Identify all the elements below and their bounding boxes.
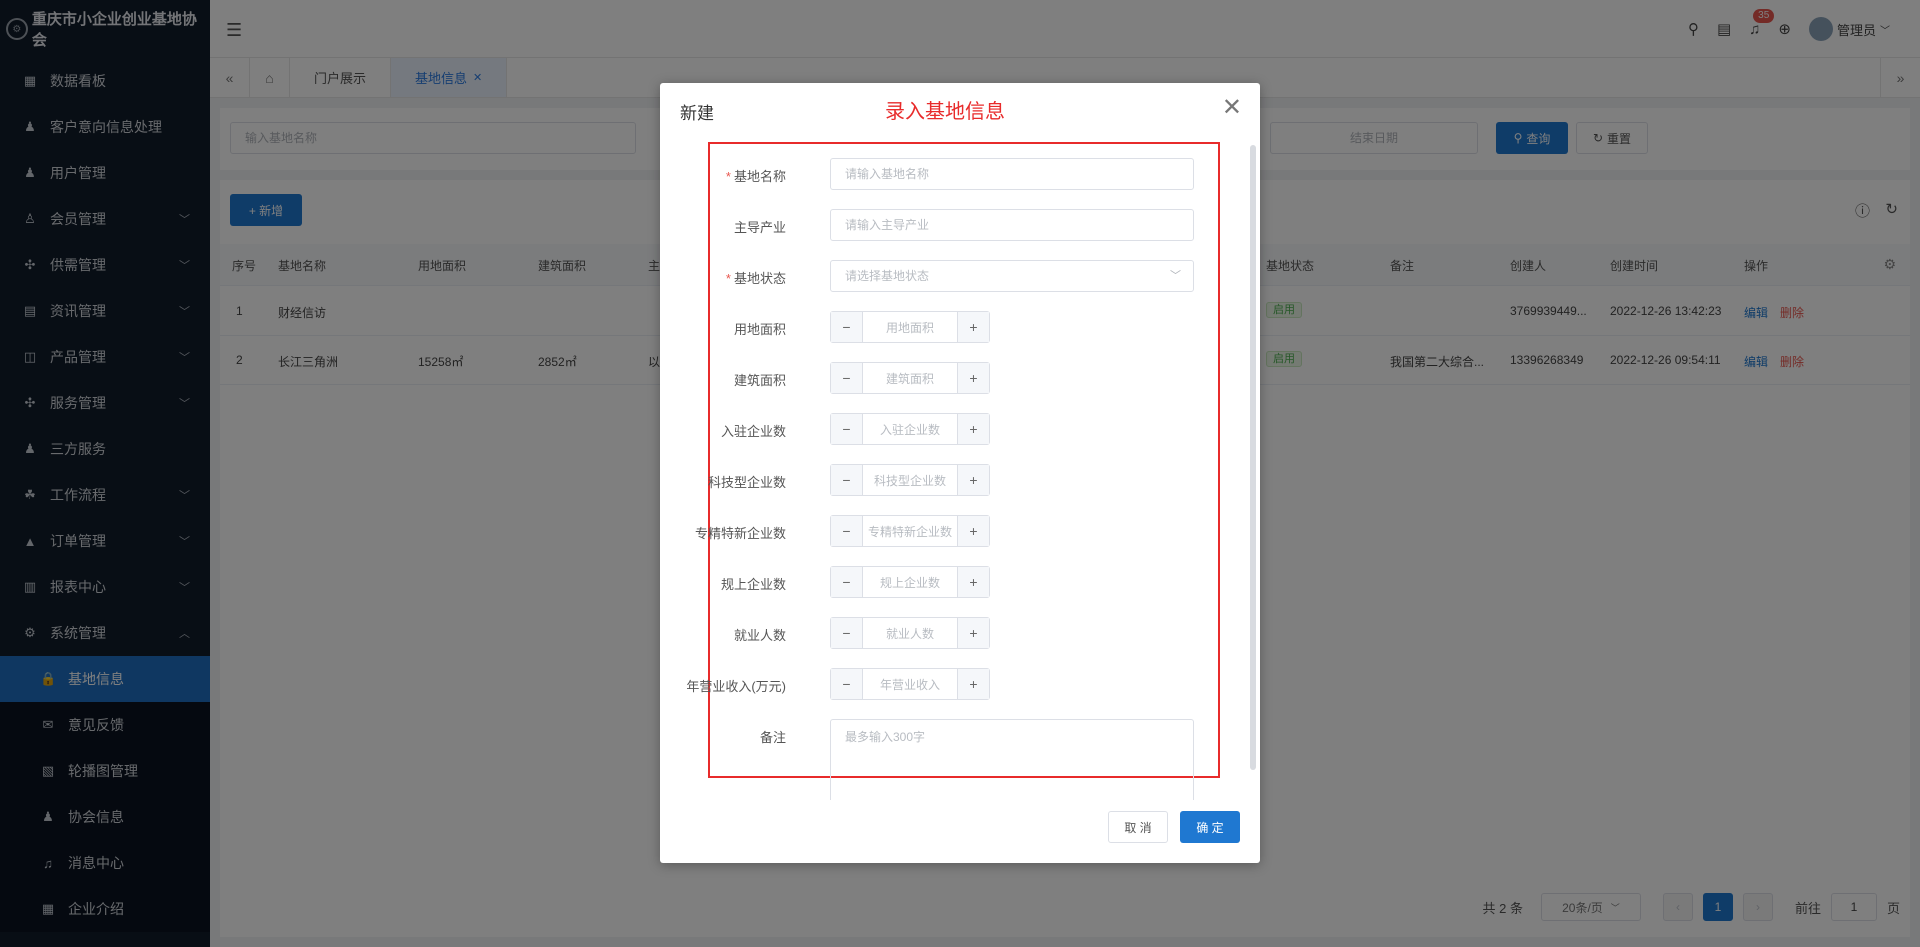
form-row: 入驻企业数 − 入驻企业数 + xyxy=(660,413,1220,445)
form-row: 年营业收入(万元) − 年营业收入 + xyxy=(660,668,1220,700)
field-label-text: 规上企业数 xyxy=(720,577,786,592)
create-base-dialog: 新建 录入基地信息 ✕ * 基地名称 请输入基地名称 主导产业 请输入主导产业 *… xyxy=(660,83,1260,863)
dialog-footer: 取 消 确 定 xyxy=(1108,811,1240,843)
number-stepper: − 专精特新企业数 + xyxy=(830,515,990,547)
field-label: 科技型企业数 xyxy=(705,472,786,491)
stepper-input[interactable]: 用地面积 xyxy=(863,312,957,342)
field-label-text: 基地状态 xyxy=(733,271,786,286)
field-label: 入驻企业数 xyxy=(718,421,786,440)
form-row: 就业人数 − 就业人数 + xyxy=(660,617,1220,649)
remark-textarea[interactable]: 最多输入300字 xyxy=(830,719,1194,800)
number-stepper: − 就业人数 + xyxy=(830,617,990,649)
annotation-note: 录入基地信息 xyxy=(885,101,1005,123)
number-stepper: − 规上企业数 + xyxy=(830,566,990,598)
plus-button[interactable]: + xyxy=(957,618,989,648)
field-label: 主导产业 xyxy=(731,217,786,236)
text-input[interactable]: 请输入主导产业 xyxy=(830,209,1194,241)
plus-button[interactable]: + xyxy=(957,312,989,342)
minus-button[interactable]: − xyxy=(831,312,863,342)
field-label: * 基地状态 xyxy=(726,268,786,287)
field-label-text: 主导产业 xyxy=(733,220,786,235)
stepper-input[interactable]: 规上企业数 xyxy=(863,567,957,597)
required-mark: * xyxy=(725,271,731,286)
field-label: 年营业收入(万元) xyxy=(683,676,786,695)
dialog-title: 新建 xyxy=(680,104,714,123)
field-label: 专精特新企业数 xyxy=(692,523,786,542)
field-label: * 基地名称 xyxy=(726,166,786,185)
form-row: * 基地名称 请输入基地名称 xyxy=(660,158,1220,190)
minus-button[interactable]: − xyxy=(831,363,863,393)
dialog-form: * 基地名称 请输入基地名称 主导产业 请输入主导产业 * 基地状态 请选择基地状态… xyxy=(660,140,1260,800)
plus-button[interactable]: + xyxy=(957,516,989,546)
minus-button[interactable]: − xyxy=(831,567,863,597)
field-label: 规上企业数 xyxy=(718,574,786,593)
stepper-input[interactable]: 就业人数 xyxy=(863,618,957,648)
minus-button[interactable]: − xyxy=(831,414,863,444)
field-label: 建筑面积 xyxy=(731,370,786,389)
number-stepper: − 建筑面积 + xyxy=(830,362,990,394)
number-stepper: − 科技型企业数 + xyxy=(830,464,990,496)
form-row: 备注 最多输入300字 xyxy=(660,719,1220,800)
select-placeholder: 请选择基地状态 xyxy=(845,269,930,283)
number-stepper: − 用地面积 + xyxy=(830,311,990,343)
field-label-text: 备注 xyxy=(759,730,786,745)
plus-button[interactable]: + xyxy=(957,567,989,597)
text-input[interactable]: 请输入基地名称 xyxy=(830,158,1194,190)
form-row: 科技型企业数 − 科技型企业数 + xyxy=(660,464,1220,496)
field-label: 用地面积 xyxy=(731,319,786,338)
required-mark: * xyxy=(725,169,731,184)
field-label-text: 入驻企业数 xyxy=(720,424,786,439)
confirm-button[interactable]: 确 定 xyxy=(1180,811,1240,843)
minus-button[interactable]: − xyxy=(831,465,863,495)
number-stepper: − 入驻企业数 + xyxy=(830,413,990,445)
form-row: 专精特新企业数 − 专精特新企业数 + xyxy=(660,515,1220,547)
minus-button[interactable]: − xyxy=(831,516,863,546)
cancel-button[interactable]: 取 消 xyxy=(1108,811,1168,843)
plus-button[interactable]: + xyxy=(957,669,989,699)
status-select[interactable]: 请选择基地状态 ﹀ xyxy=(830,260,1194,292)
chevron-down-icon: ﹀ xyxy=(1170,270,1181,282)
field-label-text: 就业人数 xyxy=(733,628,786,643)
stepper-input[interactable]: 年营业收入 xyxy=(863,669,957,699)
form-row: * 基地状态 请选择基地状态 ﹀ xyxy=(660,260,1220,292)
form-row: 规上企业数 − 规上企业数 + xyxy=(660,566,1220,598)
form-row: 用地面积 − 用地面积 + xyxy=(660,311,1220,343)
stepper-input[interactable]: 专精特新企业数 xyxy=(863,516,957,546)
field-label-text: 用地面积 xyxy=(733,322,786,337)
minus-button[interactable]: − xyxy=(831,669,863,699)
plus-button[interactable]: + xyxy=(957,465,989,495)
field-label-text: 基地名称 xyxy=(733,169,786,184)
number-stepper: − 年营业收入 + xyxy=(830,668,990,700)
plus-button[interactable]: + xyxy=(957,414,989,444)
form-row: 主导产业 请输入主导产业 xyxy=(660,209,1220,241)
form-row: 建筑面积 − 建筑面积 + xyxy=(660,362,1220,394)
minus-button[interactable]: − xyxy=(831,618,863,648)
plus-button[interactable]: + xyxy=(957,363,989,393)
field-label-text: 建筑面积 xyxy=(733,373,786,388)
close-icon[interactable]: ✕ xyxy=(1222,93,1242,122)
stepper-input[interactable]: 科技型企业数 xyxy=(863,465,957,495)
stepper-input[interactable]: 入驻企业数 xyxy=(863,414,957,444)
form-scrollbar[interactable] xyxy=(1250,145,1256,770)
field-label-text: 科技型企业数 xyxy=(707,475,786,490)
stepper-input[interactable]: 建筑面积 xyxy=(863,363,957,393)
field-label: 就业人数 xyxy=(731,625,786,644)
field-label-text: 年营业收入(万元) xyxy=(686,679,786,694)
field-label-text: 专精特新企业数 xyxy=(694,526,786,541)
field-label: 备注 xyxy=(757,727,786,746)
